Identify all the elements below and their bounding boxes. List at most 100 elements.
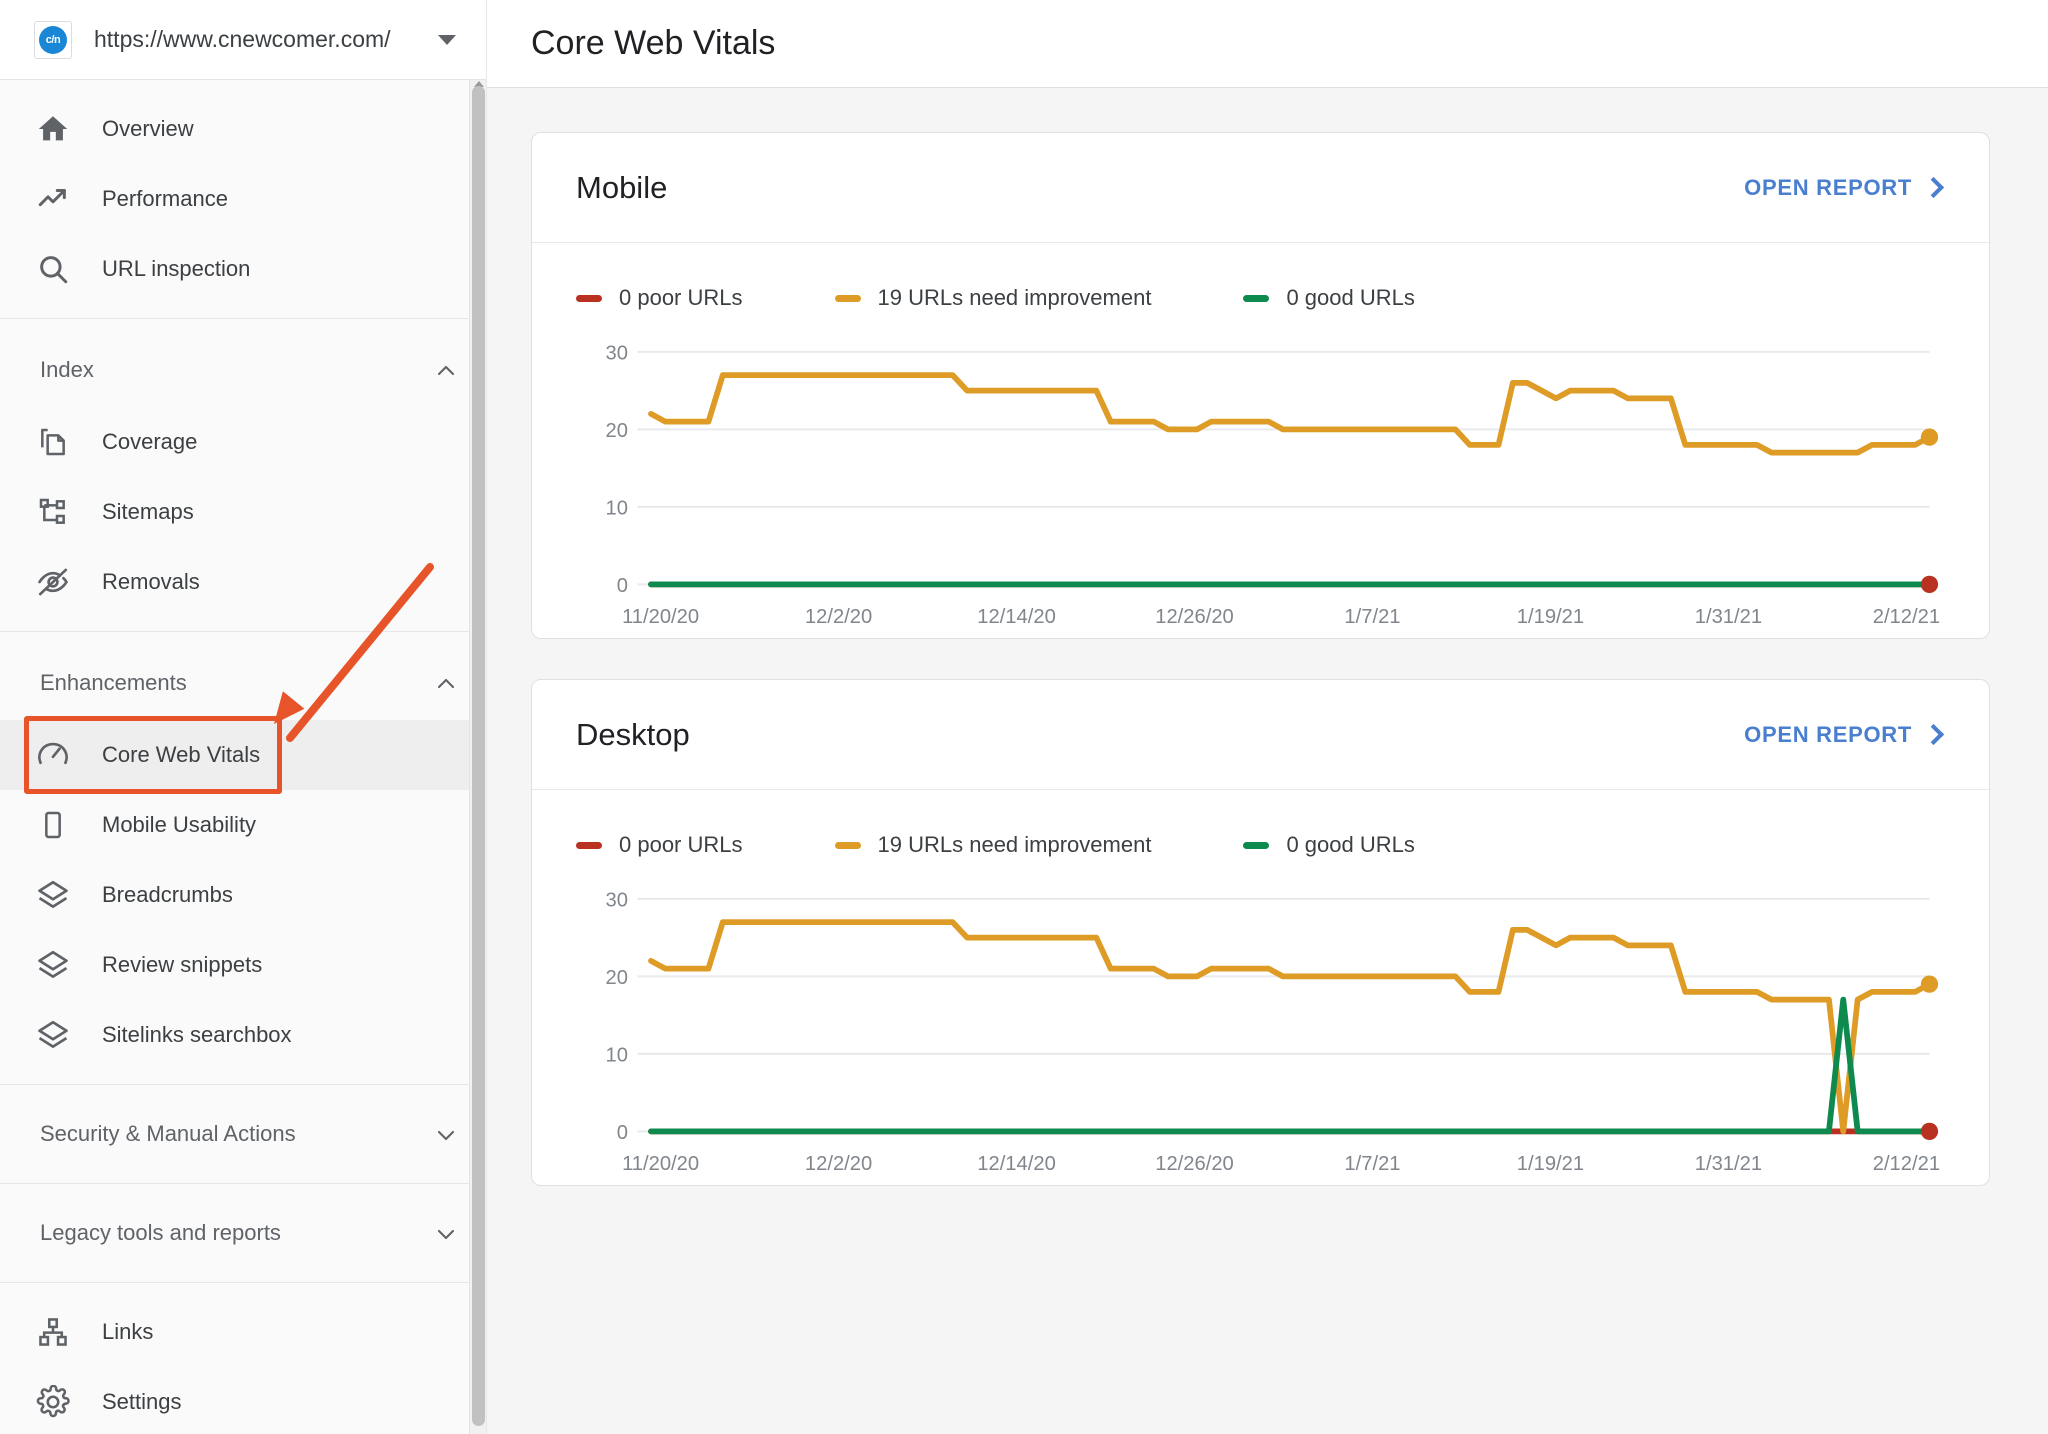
sidebar-label-coverage: Coverage xyxy=(102,429,198,454)
svg-text:1/31/21: 1/31/21 xyxy=(1695,1153,1762,1175)
sidebar-label-performance: Performance xyxy=(102,186,228,211)
sidebar-scrollbar[interactable] xyxy=(469,80,486,1434)
legend-item-needs-improvement[interactable]: 19 URLs need improvement xyxy=(834,285,1151,311)
sidebar-label-settings: Settings xyxy=(102,1389,182,1414)
sidebar-item-overview[interactable]: Overview xyxy=(0,94,486,164)
legend-item-poor[interactable]: 0 poor URLs xyxy=(576,285,743,311)
svg-text:10: 10 xyxy=(605,498,627,520)
sidebar-item-sitemaps[interactable]: Sitemaps xyxy=(0,477,486,547)
sidebar-label-links: Links xyxy=(102,1319,154,1344)
links-icon xyxy=(34,1313,72,1351)
search-icon xyxy=(34,250,72,288)
legend-swatch-needs-improvement xyxy=(834,294,861,302)
sidebar-group-label-enhancements: Enhancements xyxy=(40,670,187,695)
sidebar-item-mobile-usability[interactable]: Mobile Usability xyxy=(0,790,486,860)
mobile-phone-icon xyxy=(34,806,72,844)
sidebar-scrollbar-thumb[interactable] xyxy=(472,86,485,1426)
sidebar-group-legacy[interactable]: Legacy tools and reports xyxy=(0,1184,486,1282)
main-content: Core Web Vitals Mobile OPEN REPORT 0 poo… xyxy=(487,0,2048,1434)
svg-text:1/31/21: 1/31/21 xyxy=(1695,606,1762,628)
site-favicon-icon: c/n xyxy=(34,20,72,59)
svg-text:12/2/20: 12/2/20 xyxy=(805,1153,872,1175)
sitemap-icon xyxy=(34,493,72,531)
nav-section-bottom: Links Settings xyxy=(0,1283,486,1434)
sidebar-label-removals: Removals xyxy=(102,569,200,594)
legend-item-good[interactable]: 0 good URLs xyxy=(1243,285,1415,311)
nav-section-index: Index Coverage Sitemaps Removals xyxy=(0,319,486,632)
chevron-up-icon[interactable] xyxy=(434,359,456,381)
mobile-report-card: Mobile OPEN REPORT 0 poor URLs 19 URLs n… xyxy=(531,132,1990,640)
sidebar-item-performance[interactable]: Performance xyxy=(0,164,486,234)
gear-icon xyxy=(34,1383,72,1421)
speedometer-icon xyxy=(34,736,72,774)
sidebar-item-removals[interactable]: Removals xyxy=(0,547,486,617)
sidebar-group-label-security: Security & Manual Actions xyxy=(40,1121,296,1146)
line-chart-mobile[interactable]: 0 10 20 30 11/20/20 12/2/20 12/14/20 12/26/20 1/… xyxy=(576,321,1941,638)
legend-swatch-poor xyxy=(576,294,602,302)
open-report-label: OPEN REPORT xyxy=(1744,174,1912,200)
svg-text:20: 20 xyxy=(605,967,627,989)
legend-label-good: 0 good URLs xyxy=(1286,285,1415,310)
legend-label-needs-improvement: 19 URLs need improvement xyxy=(877,832,1152,858)
chevron-right-icon xyxy=(1922,724,1945,746)
sidebar-item-breadcrumbs[interactable]: Breadcrumbs xyxy=(0,860,486,930)
legend-swatch-poor xyxy=(576,841,602,849)
chevron-up-icon[interactable] xyxy=(434,672,456,694)
open-report-label: OPEN REPORT xyxy=(1744,721,1912,747)
chart-plot-area-desktop: 0 10 20 30 11/20/20 12/2/20 12/14/20 12/26/20 1/… xyxy=(532,858,1989,1185)
sidebar-label-core-web-vitals: Core Web Vitals xyxy=(102,742,261,767)
report-cards: Mobile OPEN REPORT 0 poor URLs 19 URLs n… xyxy=(487,88,2048,1434)
nav-section-security: Security & Manual Actions xyxy=(0,1085,486,1184)
sidebar-label-breadcrumbs: Breadcrumbs xyxy=(102,882,233,907)
svg-text:2/12/21: 2/12/21 xyxy=(1873,606,1940,628)
sidebar-group-enhancements[interactable]: Enhancements xyxy=(0,646,486,720)
nav-section-legacy: Legacy tools and reports xyxy=(0,1184,486,1283)
legend-item-needs-improvement[interactable]: 19 URLs need improvement xyxy=(834,832,1152,858)
chevron-down-icon[interactable] xyxy=(434,1222,456,1244)
chevron-down-icon[interactable] xyxy=(438,34,456,45)
layers-icon xyxy=(34,946,72,984)
svg-text:1/7/21: 1/7/21 xyxy=(1344,606,1400,628)
trending-up-icon xyxy=(34,180,72,218)
sidebar: c/n https://www.cnewcomer.com/ Overview … xyxy=(0,0,487,1434)
card-title-mobile: Mobile xyxy=(576,169,668,205)
sidebar-group-security[interactable]: Security & Manual Actions xyxy=(0,1085,486,1183)
sidebar-group-label-legacy: Legacy tools and reports xyxy=(40,1220,281,1245)
favicon-glyph: c/n xyxy=(39,25,67,54)
line-chart-desktop[interactable]: 0 10 20 30 11/20/20 12/2/20 12/14/20 12/26/20 1/… xyxy=(576,868,1941,1185)
nav-section-main: Overview Performance URL inspection xyxy=(0,80,486,319)
sidebar-item-settings[interactable]: Settings xyxy=(0,1367,486,1434)
sidebar-group-index[interactable]: Index xyxy=(0,333,486,407)
legend-label-poor: 0 poor URLs xyxy=(619,285,743,310)
sidebar-label-mobile-usability: Mobile Usability xyxy=(102,812,257,837)
sidebar-item-links[interactable]: Links xyxy=(0,1297,486,1367)
svg-text:10: 10 xyxy=(605,1045,627,1067)
chart-legend-desktop: 0 poor URLs 19 URLs need improvement 0 g… xyxy=(532,790,1989,858)
page-title: Core Web Vitals xyxy=(531,24,776,62)
desktop-report-card: Desktop OPEN REPORT 0 poor URLs 19 URLs … xyxy=(531,679,1990,1187)
open-report-button-mobile[interactable]: OPEN REPORT xyxy=(1744,174,1945,201)
sidebar-item-sitelinks-searchbox[interactable]: Sitelinks searchbox xyxy=(0,1000,486,1070)
legend-label-good: 0 good URLs xyxy=(1286,832,1415,858)
sidebar-item-core-web-vitals[interactable]: Core Web Vitals xyxy=(0,720,486,790)
legend-item-poor[interactable]: 0 poor URLs xyxy=(576,832,743,858)
svg-text:12/26/20: 12/26/20 xyxy=(1155,1153,1234,1175)
svg-text:11/20/20: 11/20/20 xyxy=(622,1153,699,1175)
chevron-down-icon[interactable] xyxy=(434,1123,456,1145)
legend-item-good[interactable]: 0 good URLs xyxy=(1243,832,1415,858)
chart-plot-area-mobile: 0 10 20 30 11/20/20 12/2/20 12/14/20 12/26/20 1/… xyxy=(532,311,1989,638)
copy-document-icon xyxy=(34,423,72,461)
search-console-app: c/n https://www.cnewcomer.com/ Overview … xyxy=(0,0,2048,1434)
svg-text:1/7/21: 1/7/21 xyxy=(1344,1153,1400,1175)
sidebar-item-coverage[interactable]: Coverage xyxy=(0,407,486,477)
svg-text:1/19/21: 1/19/21 xyxy=(1517,606,1584,628)
eye-off-icon xyxy=(34,563,72,601)
open-report-button-desktop[interactable]: OPEN REPORT xyxy=(1744,721,1945,748)
sidebar-item-review-snippets[interactable]: Review snippets xyxy=(0,930,486,1000)
sidebar-item-url-inspection[interactable]: URL inspection xyxy=(0,234,486,304)
nav-section-enhancements: Enhancements Core Web Vitals Mobile Usab… xyxy=(0,632,486,1085)
property-selector[interactable]: c/n https://www.cnewcomer.com/ xyxy=(0,0,486,80)
legend-swatch-needs-improvement xyxy=(834,841,861,849)
svg-text:30: 30 xyxy=(605,343,627,365)
svg-text:11/20/20: 11/20/20 xyxy=(622,606,699,628)
